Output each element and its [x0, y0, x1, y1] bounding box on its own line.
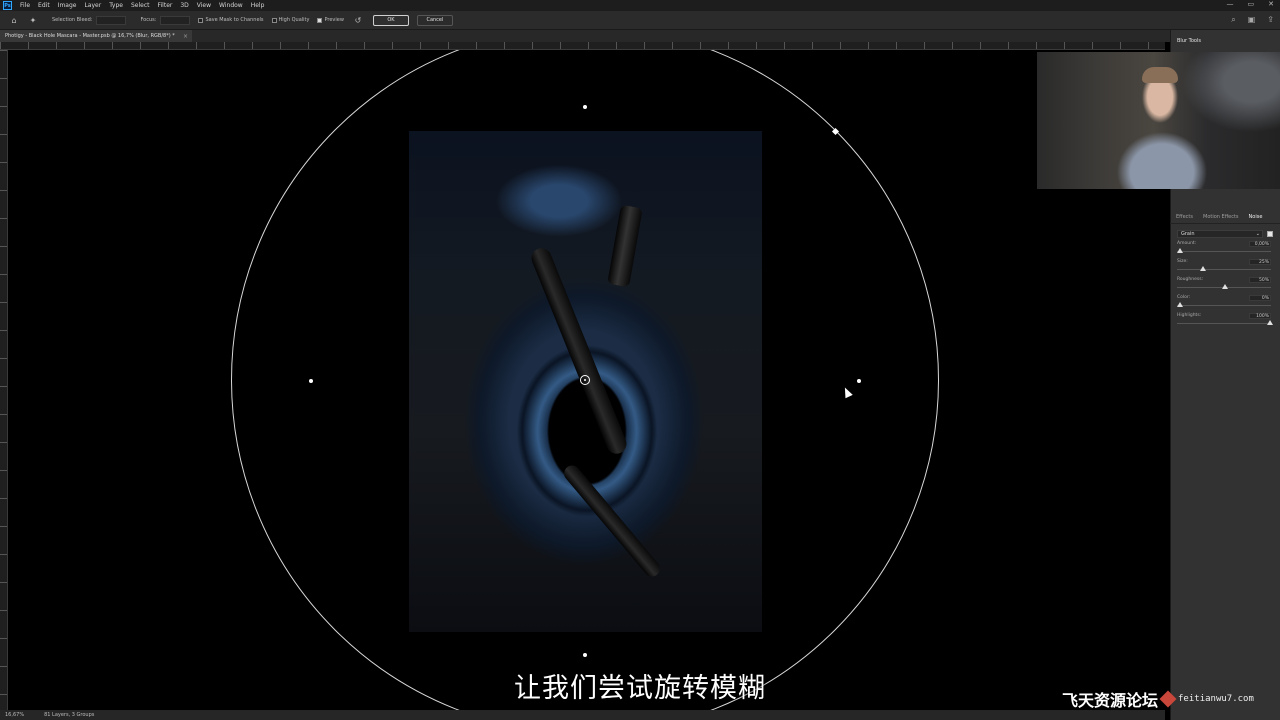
tab-motion-effects[interactable]: Motion Effects [1203, 214, 1239, 220]
tab-noise[interactable]: Noise [1249, 214, 1263, 220]
menu-image[interactable]: Image [54, 2, 81, 9]
canvas[interactable] [8, 50, 1165, 710]
chevron-down-icon: ⌄ [1255, 231, 1260, 237]
blur-tool-icon[interactable]: ✦ [28, 15, 38, 25]
watermark-text: 飞天资源论坛 [1062, 691, 1159, 710]
checkbox-box [198, 17, 204, 23]
checkbox-box [317, 17, 323, 23]
size-slider[interactable]: Size: 25% [1177, 259, 1273, 275]
slider-track[interactable] [1177, 251, 1271, 252]
preview-label: Preview [324, 17, 344, 23]
tab-divider [1170, 223, 1280, 224]
preview-checkbox[interactable]: Preview [317, 17, 344, 23]
photoshop-logo: Ps [3, 1, 12, 10]
slider-value-field[interactable]: 0% [1249, 295, 1271, 301]
slider-label: Roughness: [1177, 277, 1204, 282]
roughness-slider[interactable]: Roughness: 50% [1177, 277, 1273, 293]
watermark: 飞天资源论坛 feitianwu7.com [1062, 687, 1254, 711]
cancel-button[interactable]: Cancel [416, 14, 453, 26]
workspace-icon[interactable]: ▣ [1248, 15, 1256, 25]
document-tab[interactable]: Photigy - Black Hole Mascara - Master.ps… [0, 30, 192, 42]
slider-value-field[interactable]: 0,00% [1249, 241, 1271, 247]
minimize-icon[interactable]: — [1227, 0, 1234, 8]
close-icon[interactable]: ✕ [1268, 0, 1274, 8]
slider-value-field[interactable]: 25% [1249, 259, 1271, 265]
panel-title: Blur Tools [1177, 38, 1201, 44]
ellipse-handle-bottom[interactable] [583, 653, 587, 657]
document-tab-bar: Photigy - Black Hole Mascara - Master.ps… [0, 30, 1170, 42]
selection-bleed-label: Selection Bleed: [52, 17, 93, 23]
menu-layer[interactable]: Layer [80, 2, 105, 9]
slider-track[interactable] [1177, 323, 1271, 324]
maximize-icon[interactable]: ▭ [1248, 0, 1255, 8]
menu-edit[interactable]: Edit [34, 2, 54, 9]
vertical-ruler [0, 50, 8, 710]
menu-3d[interactable]: 3D [176, 2, 192, 9]
horizontal-ruler [0, 42, 1165, 50]
tab-effects[interactable]: Effects [1176, 214, 1193, 220]
highlights-slider[interactable]: Highlights: 100% [1177, 313, 1273, 329]
close-tab-icon[interactable]: × [183, 33, 188, 40]
ellipse-handle-right[interactable] [857, 379, 861, 383]
presenter-image [1142, 67, 1178, 83]
effects-tabs: Effects Motion Effects Noise [1176, 214, 1262, 220]
blur-center-pin[interactable] [580, 375, 590, 385]
selection-bleed-field[interactable] [96, 15, 127, 25]
options-right-icons: ⌕ ▣ ⇪ [1231, 15, 1274, 25]
slider-thumb[interactable] [1222, 284, 1228, 289]
slider-label: Amount: [1177, 241, 1197, 246]
watermark-url: feitianwu7.com [1178, 694, 1254, 704]
search-icon[interactable]: ⌕ [1231, 15, 1235, 25]
reset-icon[interactable]: ↺ [353, 15, 363, 25]
slider-thumb[interactable] [1177, 248, 1183, 253]
checkbox-box [271, 17, 277, 23]
slider-value-field[interactable]: 50% [1249, 277, 1271, 283]
menu-type[interactable]: Type [105, 2, 127, 9]
ellipse-handle-left[interactable] [309, 379, 313, 383]
noise-type-select[interactable]: Grain ⌄ [1177, 230, 1263, 238]
ellipse-handle-top[interactable] [583, 105, 587, 109]
focus-field[interactable] [160, 15, 191, 25]
slider-thumb[interactable] [1177, 302, 1183, 307]
color-slider[interactable]: Color: 0% [1177, 295, 1273, 311]
noise-enable-checkbox[interactable] [1267, 231, 1273, 237]
home-icon[interactable]: ⌂ [9, 15, 19, 25]
focus-label: Focus: [140, 17, 157, 23]
high-quality-checkbox[interactable]: High Quality [271, 17, 310, 23]
status-bar: 16,67% 81 Layers, 3 Groups [0, 710, 1165, 720]
amount-slider[interactable]: Amount: 0,00% [1177, 241, 1273, 257]
menu-view[interactable]: View [193, 2, 215, 9]
document-info: 81 Layers, 3 Groups [44, 712, 95, 718]
menu-bar: Ps File Edit Image Layer Type Select Fil… [0, 0, 1280, 11]
save-mask-label: Save Mask to Channels [205, 17, 264, 23]
ok-button[interactable]: OK [372, 14, 409, 26]
slider-label: Highlights: [1177, 313, 1202, 318]
watermark-logo-icon [1159, 690, 1177, 708]
menu-help[interactable]: Help [247, 2, 269, 9]
slider-track[interactable] [1177, 305, 1271, 306]
slider-label: Size: [1177, 259, 1188, 264]
slider-thumb[interactable] [1199, 266, 1206, 271]
window-controls: — ▭ ✕ [1227, 0, 1275, 8]
noise-type-row: Grain ⌄ [1177, 230, 1273, 238]
menu-window[interactable]: Window [215, 2, 247, 9]
noise-type-value: Grain [1181, 231, 1195, 237]
menu-file[interactable]: File [16, 2, 34, 9]
menu-filter[interactable]: Filter [154, 2, 177, 9]
options-bar: ⌂ ✦ Selection Bleed: Focus: Save Mask to… [0, 11, 1280, 30]
slider-track[interactable] [1177, 269, 1271, 270]
slider-label: Color: [1177, 295, 1191, 300]
slider-thumb[interactable] [1267, 320, 1273, 325]
save-mask-checkbox[interactable]: Save Mask to Channels [198, 17, 264, 23]
high-quality-label: High Quality [278, 17, 310, 23]
document-tab-title: Photigy - Black Hole Mascara - Master.ps… [5, 33, 175, 39]
slider-value-field[interactable]: 100% [1249, 313, 1271, 319]
zoom-level[interactable]: 16,67% [5, 712, 24, 718]
menu-select[interactable]: Select [127, 2, 154, 9]
share-icon[interactable]: ⇪ [1267, 15, 1274, 25]
webcam-overlay [1037, 52, 1280, 189]
